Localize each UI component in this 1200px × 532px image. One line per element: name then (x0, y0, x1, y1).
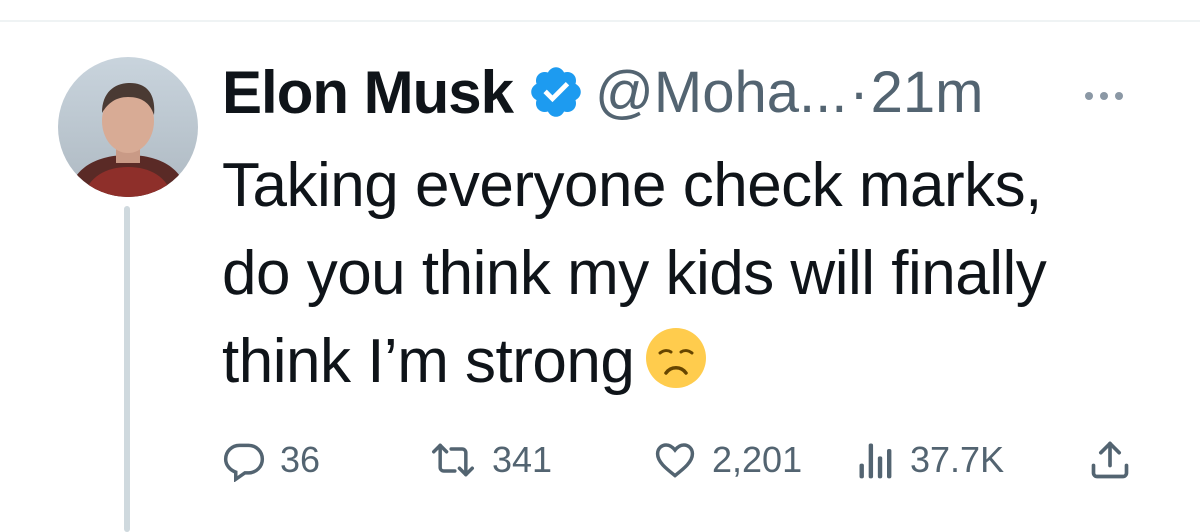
tweet-header: Elon Musk @Moha... · 21m (222, 52, 984, 132)
top-divider (0, 20, 1200, 22)
timestamp[interactable]: 21m (871, 59, 984, 126)
views-icon (859, 443, 892, 479)
disappointed-face-icon (644, 326, 708, 390)
like-icon (655, 443, 695, 478)
tweet-actions: 36 341 2,201 37.7K (0, 432, 1200, 492)
tweet-line-1: Taking everyone check marks, (222, 151, 1042, 220)
share-button[interactable] (1088, 432, 1132, 488)
retweet-button[interactable]: 341 (428, 432, 552, 488)
tweet-line-3: think I’m strong (222, 318, 1182, 406)
verified-badge-icon (527, 63, 585, 121)
retweet-count: 341 (492, 439, 553, 480)
more-icon[interactable] (1085, 86, 1145, 106)
avatar[interactable] (58, 57, 198, 197)
tweet-text: Taking everyone check marks, do you thin… (222, 142, 1182, 406)
retweet-icon (432, 443, 474, 477)
author-name[interactable]: Elon Musk (222, 58, 514, 127)
like-button[interactable]: 2,201 (652, 432, 802, 488)
reply-icon (223, 443, 265, 482)
share-icon (1091, 441, 1129, 479)
reply-count: 36 (280, 439, 321, 480)
views-button[interactable]: 37.7K (856, 432, 1004, 488)
views-count: 37.7K (910, 439, 1005, 480)
reply-button[interactable]: 36 (222, 432, 320, 488)
tweet-line-2: do you think my kids will finally (222, 239, 1047, 308)
separator-dot: · (849, 59, 869, 125)
author-handle[interactable]: @Moha... (595, 59, 847, 126)
like-count: 2,201 (712, 439, 803, 480)
